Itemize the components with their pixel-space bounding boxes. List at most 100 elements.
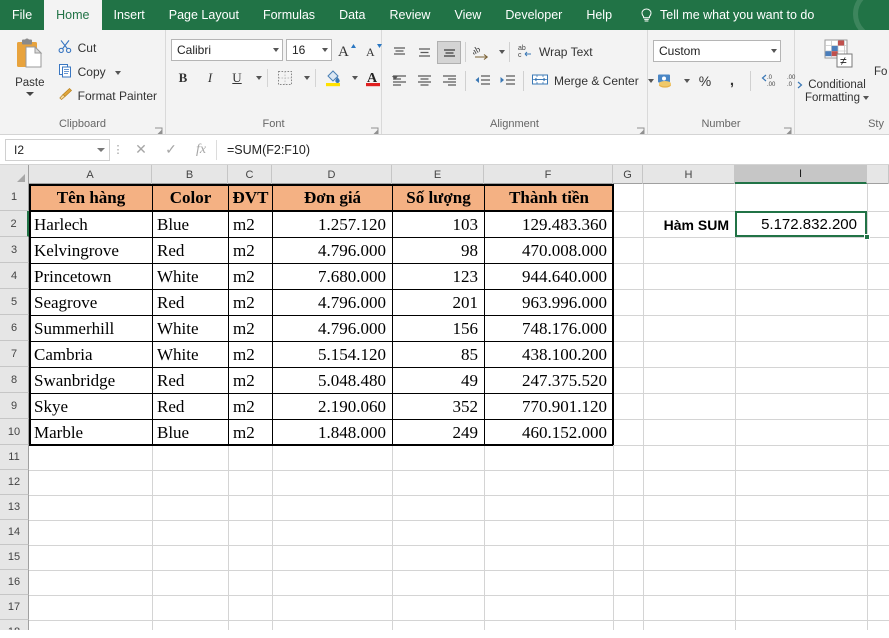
data-cell-qty[interactable]: 103	[393, 212, 484, 237]
align-bottom-button[interactable]	[437, 41, 461, 64]
ribbon-tab-home[interactable]: Home	[44, 0, 101, 30]
data-cell-price[interactable]: 1.257.120	[273, 212, 392, 237]
row-header-4[interactable]: 4	[0, 263, 29, 289]
data-cell-name[interactable]: Seagrove	[30, 290, 152, 315]
row-header-5[interactable]: 5	[0, 289, 29, 315]
column-header-C[interactable]: C	[228, 165, 272, 184]
row-header-1[interactable]: 1	[0, 184, 29, 211]
column-header-partial[interactable]	[867, 165, 889, 184]
column-header-B[interactable]: B	[152, 165, 228, 184]
row-header-12[interactable]: 12	[0, 470, 29, 495]
data-cell-name[interactable]: Kelvingrove	[30, 238, 152, 263]
ribbon-tab-formulas[interactable]: Formulas	[251, 0, 327, 30]
ribbon-tab-page-layout[interactable]: Page Layout	[157, 0, 251, 30]
data-cell-name[interactable]: Cambria	[30, 342, 152, 367]
data-cell-unit[interactable]: m2	[229, 316, 272, 341]
table-header-cell[interactable]: Số lượng	[393, 185, 484, 211]
number-dialog-launcher-icon[interactable]	[783, 123, 792, 132]
column-header-E[interactable]: E	[392, 165, 484, 184]
row-header-10[interactable]: 10	[0, 419, 29, 445]
row-header-6[interactable]: 6	[0, 315, 29, 341]
table-header-cell[interactable]: Color	[153, 185, 228, 211]
data-cell-price[interactable]: 4.796.000	[273, 290, 392, 315]
data-cell-total[interactable]: 460.152.000	[485, 420, 613, 445]
data-cell-name[interactable]: Swanbridge	[30, 368, 152, 393]
data-cell-unit[interactable]: m2	[229, 212, 272, 237]
bold-button[interactable]: B	[171, 66, 195, 89]
data-cell-name[interactable]: Skye	[30, 394, 152, 419]
number-format-select[interactable]: Custom	[653, 40, 781, 62]
data-cell-name[interactable]: Princetown	[30, 264, 152, 289]
align-left-button[interactable]	[387, 69, 411, 92]
align-middle-button[interactable]	[412, 41, 436, 64]
align-center-button[interactable]	[412, 69, 436, 92]
row-header-16[interactable]: 16	[0, 570, 29, 595]
ribbon-tab-review[interactable]: Review	[377, 0, 442, 30]
data-cell-total[interactable]: 770.901.120	[485, 394, 613, 419]
align-right-button[interactable]	[437, 69, 461, 92]
data-cell-total[interactable]: 470.008.000	[485, 238, 613, 263]
row-header-18[interactable]: 18	[0, 620, 29, 630]
row-header-13[interactable]: 13	[0, 495, 29, 520]
data-cell-qty[interactable]: 98	[393, 238, 484, 263]
data-cell-total[interactable]: 438.100.200	[485, 342, 613, 367]
ribbon-tab-help[interactable]: Help	[574, 0, 624, 30]
accounting-format-button[interactable]	[653, 69, 677, 92]
cancel-formula-icon[interactable]: ✕	[126, 139, 156, 161]
increase-font-size-button[interactable]: A	[335, 38, 359, 61]
font-name-select[interactable]: Calibri	[171, 39, 283, 61]
ribbon-tab-developer[interactable]: Developer	[493, 0, 574, 30]
column-header-G[interactable]: G	[613, 165, 643, 184]
data-cell-qty[interactable]: 156	[393, 316, 484, 341]
data-cell-color[interactable]: Red	[153, 290, 228, 315]
name-box[interactable]: I2	[5, 139, 110, 161]
row-header-11[interactable]: 11	[0, 445, 29, 470]
ribbon-tab-file[interactable]: File	[0, 0, 44, 30]
conditional-formatting-button[interactable]: ≠ Conditional Formatting	[800, 36, 874, 105]
underline-dropdown-icon[interactable]	[256, 76, 262, 80]
data-cell-name[interactable]: Harlech	[30, 212, 152, 237]
borders-dropdown-icon[interactable]	[304, 76, 310, 80]
confirm-formula-icon[interactable]: ✓	[156, 139, 186, 161]
data-cell-color[interactable]: Red	[153, 238, 228, 263]
tell-me-box[interactable]: Tell me what you want to do	[624, 0, 824, 30]
row-header-17[interactable]: 17	[0, 595, 29, 620]
column-header-D[interactable]: D	[272, 165, 392, 184]
row-header-15[interactable]: 15	[0, 545, 29, 570]
data-cell-color[interactable]: White	[153, 316, 228, 341]
table-header-cell[interactable]: Thành tiền	[485, 185, 613, 211]
borders-button[interactable]	[273, 66, 297, 89]
fill-color-dropdown-icon[interactable]	[352, 76, 358, 80]
data-cell-unit[interactable]: m2	[229, 264, 272, 289]
data-cell-qty[interactable]: 249	[393, 420, 484, 445]
orientation-button[interactable]: ab	[470, 41, 494, 64]
data-cell-price[interactable]: 5.048.480	[273, 368, 392, 393]
paste-button[interactable]: Paste	[5, 34, 55, 96]
data-cell-color[interactable]: Blue	[153, 212, 228, 237]
orientation-dropdown-icon[interactable]	[499, 50, 505, 54]
increase-indent-button[interactable]	[495, 69, 519, 92]
data-cell-price[interactable]: 2.190.060	[273, 394, 392, 419]
format-as-table-button[interactable]: Fo	[874, 36, 887, 78]
wrap-text-button[interactable]: ab c Wrap Text	[514, 40, 596, 64]
data-cell-name[interactable]: Summerhill	[30, 316, 152, 341]
insert-function-icon[interactable]: fx	[186, 139, 216, 161]
row-header-14[interactable]: 14	[0, 520, 29, 545]
data-cell-qty[interactable]: 123	[393, 264, 484, 289]
data-cell-total[interactable]: 944.640.000	[485, 264, 613, 289]
data-cell-color[interactable]: Blue	[153, 420, 228, 445]
data-cell-price[interactable]: 4.796.000	[273, 238, 392, 263]
sum-label-cell[interactable]: Hàm SUM	[644, 212, 735, 237]
row-header-9[interactable]: 9	[0, 393, 29, 419]
alignment-dialog-launcher-icon[interactable]	[636, 123, 645, 132]
data-cell-price[interactable]: 7.680.000	[273, 264, 392, 289]
data-cell-total[interactable]: 963.996.000	[485, 290, 613, 315]
sum-value-cell[interactable]: 5.172.832.200	[736, 212, 867, 237]
data-cell-qty[interactable]: 49	[393, 368, 484, 393]
align-top-button[interactable]	[387, 41, 411, 64]
data-cell-unit[interactable]: m2	[229, 394, 272, 419]
percent-style-button[interactable]: %	[693, 69, 717, 92]
font-dialog-launcher-icon[interactable]	[370, 123, 379, 132]
data-cell-color[interactable]: White	[153, 342, 228, 367]
ribbon-tab-insert[interactable]: Insert	[102, 0, 157, 30]
